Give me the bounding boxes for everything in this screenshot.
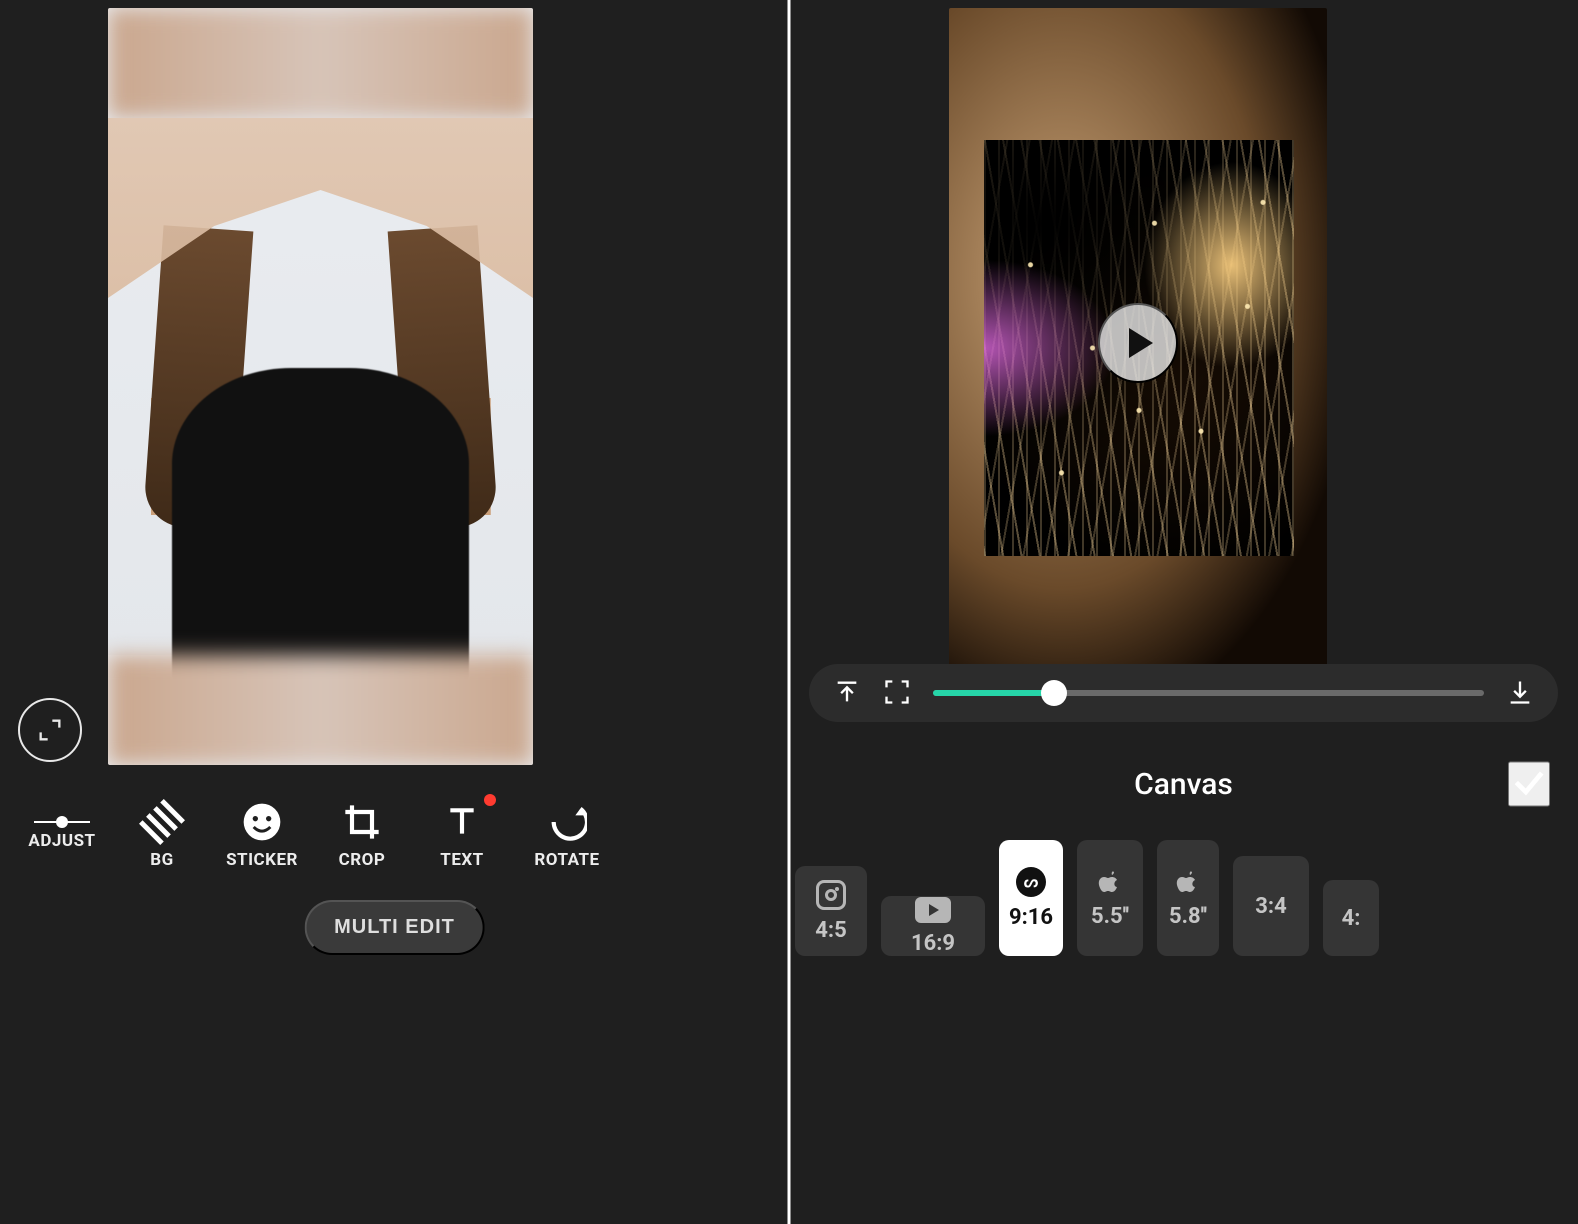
tool-rotate[interactable]: ROTATE: [512, 788, 622, 883]
editor-tool-row: ER ADJUST BG STICKER CROP TEXT: [0, 788, 789, 883]
multi-edit-button[interactable]: MULTI EDIT: [304, 900, 485, 955]
video-canvas[interactable]: [949, 8, 1327, 678]
text-icon: [442, 802, 482, 842]
sticker-smiley-icon: [242, 802, 282, 842]
play-button[interactable]: [1098, 303, 1178, 383]
expand-icon: [36, 716, 64, 744]
tool-label: STICKER: [226, 850, 298, 870]
ratio-label: 4:: [1342, 906, 1361, 931]
zoom-slider[interactable]: [933, 690, 1484, 696]
tool-sticker[interactable]: STICKER: [212, 788, 312, 883]
section-title: Canvas: [1134, 767, 1233, 802]
play-icon: [1129, 328, 1153, 358]
fit-frame-icon: [883, 678, 911, 706]
tool-label: TEXT: [440, 850, 483, 870]
new-feature-badge: [484, 794, 496, 806]
ratio-label: 9:16: [1009, 905, 1053, 930]
zoom-out-button[interactable]: [833, 678, 861, 709]
zoom-in-button[interactable]: [1506, 678, 1534, 709]
ratio-label: 5.5'': [1091, 904, 1129, 929]
canvas-blur-fill-top: [108, 8, 533, 118]
tool-crop[interactable]: CROP: [312, 788, 412, 883]
ratio-option-9-16[interactable]: ᔕ 9:16: [999, 840, 1063, 956]
adjust-icon: [34, 821, 90, 823]
section-header: Canvas: [789, 754, 1578, 814]
right-editor-pane: Canvas 4:5 16:9 ᔕ 9:16 5.5'': [789, 0, 1578, 1224]
confirm-button[interactable]: [1508, 762, 1550, 807]
background-icon: [134, 793, 191, 850]
ratio-option-5-8-inch[interactable]: 5.8'': [1157, 840, 1219, 956]
arrow-expand-down-icon: [1506, 678, 1534, 706]
tool-text[interactable]: TEXT: [412, 788, 512, 883]
zoom-slider-fill: [933, 690, 1054, 696]
ratio-label: 3:4: [1255, 894, 1286, 919]
tiktok-icon: ᔕ: [1016, 867, 1046, 897]
canvas-ratio-row[interactable]: 4:5 16:9 ᔕ 9:16 5.5'' 5.8'' 3:4 4: [789, 828, 1578, 956]
arrow-collapse-up-icon: [833, 678, 861, 706]
tool-background[interactable]: BG: [112, 788, 212, 883]
ratio-option-4-5[interactable]: 4:5: [795, 866, 867, 956]
ratio-label: 5.8'': [1169, 904, 1207, 929]
apple-icon: [1176, 868, 1200, 896]
youtube-icon: [915, 897, 951, 923]
zoom-slider-thumb[interactable]: [1041, 680, 1067, 706]
ratio-option-3-4[interactable]: 3:4: [1233, 856, 1309, 956]
tool-filter[interactable]: ER: [0, 788, 12, 883]
ratio-option-5-5-inch[interactable]: 5.5'': [1077, 840, 1143, 956]
checkmark-icon: [1510, 764, 1548, 802]
fit-to-frame-button[interactable]: [883, 678, 911, 709]
photo-canvas[interactable]: [108, 8, 533, 765]
rotate-icon: [547, 802, 587, 842]
apple-icon: [1098, 868, 1122, 896]
tool-label: CROP: [339, 850, 386, 870]
tool-adjust[interactable]: ADJUST: [12, 788, 112, 883]
instagram-icon: [816, 880, 846, 910]
crop-icon: [342, 802, 382, 842]
zoom-control-bar: [809, 664, 1558, 722]
tool-label: ADJUST: [28, 831, 95, 851]
ratio-label: 16:9: [911, 931, 955, 956]
tool-label: ROTATE: [534, 850, 599, 870]
ratio-option-4-3[interactable]: 4:: [1323, 880, 1379, 956]
ratio-label: 4:5: [815, 918, 846, 943]
left-editor-pane: ER ADJUST BG STICKER CROP TEXT: [0, 0, 789, 1224]
multi-edit-label: MULTI EDIT: [334, 916, 455, 938]
ratio-option-16-9[interactable]: 16:9: [881, 896, 985, 956]
canvas-blur-fill-bottom: [108, 655, 533, 765]
tool-label: BG: [150, 850, 173, 870]
expand-fullscreen-button[interactable]: [18, 698, 82, 762]
pane-divider: [788, 0, 791, 1224]
